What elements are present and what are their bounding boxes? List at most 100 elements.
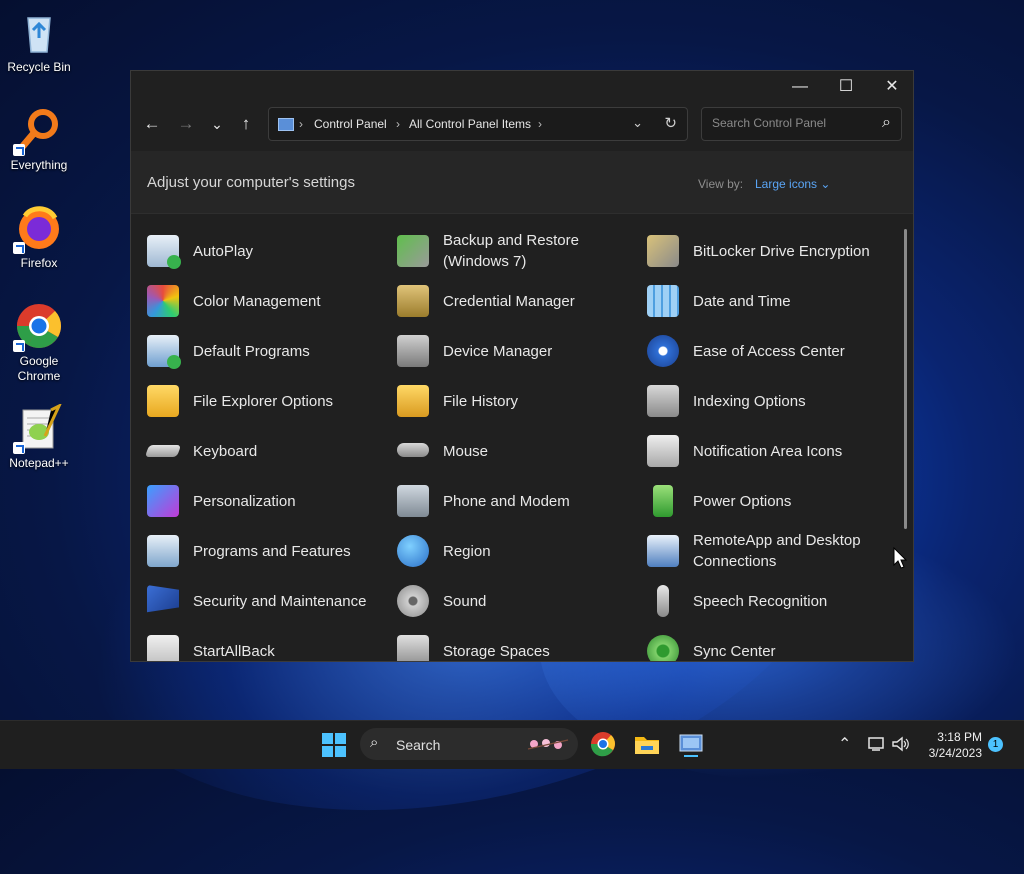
maximize-button[interactable]: ☐ xyxy=(823,71,869,103)
shortcut-arrow-icon xyxy=(13,144,25,156)
clock[interactable]: 3:18 PM 3/24/2023 xyxy=(906,729,982,761)
item-label: Date and Time xyxy=(693,292,791,310)
region-icon xyxy=(397,535,429,567)
desktop-icon-everything[interactable]: Everything xyxy=(4,106,74,173)
item-label: Region xyxy=(443,542,491,560)
item-label: Default Programs xyxy=(193,342,310,360)
list-item-autoplay[interactable]: AutoPlay xyxy=(147,229,393,273)
view-by-dropdown[interactable]: Large icons ⌄ xyxy=(755,177,830,191)
search-box[interactable]: ⌕ xyxy=(701,107,902,141)
address-dropdown-icon[interactable]: ⌄ xyxy=(632,115,643,131)
list-item-mouse[interactable]: Mouse xyxy=(397,429,643,473)
chrome-icon xyxy=(590,732,616,757)
item-label: Notification Area Icons xyxy=(693,442,843,460)
item-label: Keyboard xyxy=(193,442,258,460)
color-management-icon xyxy=(147,285,179,317)
taskbar: ⌕ Search ⌃ 3:18 PM 3/24/2023 1 xyxy=(0,720,1024,769)
desktop-icon-firefox[interactable]: Firefox xyxy=(4,204,74,271)
item-label: RemoteApp and Desktop Connections xyxy=(693,532,861,570)
list-item-startallback[interactable]: StartAllBack xyxy=(147,629,393,661)
list-item-region[interactable]: Region xyxy=(397,529,643,573)
list-item-security-maintenance[interactable]: Security and Maintenance xyxy=(147,579,393,623)
backup-restore-icon xyxy=(397,235,429,267)
address-bar[interactable]: › Control Panel › All Control Panel Item… xyxy=(268,107,688,141)
taskbar-control-panel[interactable] xyxy=(676,729,706,759)
desktop-icon-label: Google Chrome xyxy=(17,354,61,383)
credential-manager-icon xyxy=(397,285,429,317)
search-input[interactable] xyxy=(710,115,864,131)
item-label: BitLocker Drive Encryption xyxy=(693,242,870,260)
list-item-device-manager[interactable]: Device Manager xyxy=(397,329,643,373)
list-item-file-explorer-options[interactable]: File Explorer Options xyxy=(147,379,393,423)
notification-badge[interactable]: 1 xyxy=(988,737,1003,752)
list-item-notification-area-icons[interactable]: Notification Area Icons xyxy=(647,429,893,473)
list-item-file-history[interactable]: File History xyxy=(397,379,643,423)
list-item-backup-restore[interactable]: Backup and Restore (Windows 7) xyxy=(397,229,643,273)
item-label: Mouse xyxy=(443,442,489,460)
file-explorer-icon xyxy=(635,737,659,754)
list-item-keyboard[interactable]: Keyboard xyxy=(144,429,393,473)
item-label: Backup and Restore (Windows 7) xyxy=(443,232,579,270)
item-label: Indexing Options xyxy=(693,392,806,410)
list-item-speech-recognition[interactable]: Speech Recognition xyxy=(647,579,893,623)
keyboard-icon xyxy=(144,445,182,457)
list-item-default-programs[interactable]: Default Programs xyxy=(147,329,393,373)
content-header: Adjust your computer's settings View by:… xyxy=(131,151,913,214)
items-list: AutoPlay Backup and Restore (Windows 7) … xyxy=(131,213,913,661)
list-item-sound[interactable]: Sound xyxy=(397,579,643,623)
show-hidden-icons-button[interactable]: ⌃ xyxy=(838,734,851,754)
firefox-icon xyxy=(13,204,63,254)
desktop-icon-notepad-plus-plus[interactable]: Notepad++ xyxy=(4,402,74,471)
search-icon[interactable]: ⌕ xyxy=(882,114,891,132)
taskbar-search[interactable]: ⌕ Search xyxy=(360,728,578,760)
item-label: Color Management xyxy=(193,292,321,310)
list-item-sync-center[interactable]: Sync Center xyxy=(647,629,893,661)
recent-locations-button[interactable]: ⌄ xyxy=(204,111,230,137)
list-item-power-options[interactable]: Power Options xyxy=(647,479,893,523)
list-item-color-management[interactable]: Color Management xyxy=(147,279,393,323)
desktop-icon-recycle-bin[interactable]: Recycle Bin xyxy=(4,8,74,75)
item-label: Power Options xyxy=(693,492,792,510)
start-button[interactable] xyxy=(322,733,346,757)
vertical-scrollbar[interactable] xyxy=(904,229,907,529)
desktop-icon-label: Recycle Bin xyxy=(7,60,71,74)
list-item-date-time[interactable]: Date and Time xyxy=(647,279,893,323)
taskbar-file-explorer[interactable] xyxy=(632,729,662,759)
list-item-indexing-options[interactable]: Indexing Options xyxy=(647,379,893,423)
taskbar-chrome[interactable] xyxy=(588,729,618,759)
breadcrumb-control-panel[interactable]: Control Panel xyxy=(314,117,387,131)
item-label: Security and Maintenance xyxy=(193,592,367,610)
list-item-ease-of-access[interactable]: Ease of Access Center xyxy=(647,329,893,373)
desktop-icon-label: Notepad++ xyxy=(9,456,69,470)
breadcrumb-separator[interactable]: › xyxy=(538,117,542,131)
forward-button[interactable]: → xyxy=(173,111,199,137)
search-highlight-icon xyxy=(527,739,569,750)
network-icon[interactable] xyxy=(867,736,887,752)
personalization-icon xyxy=(147,485,179,517)
list-item-storage-spaces[interactable]: Storage Spaces xyxy=(397,629,643,661)
refresh-icon[interactable]: ↻ xyxy=(664,114,677,132)
close-button[interactable]: ✕ xyxy=(869,71,915,103)
recycle-bin-icon xyxy=(15,8,63,56)
item-label: Speech Recognition xyxy=(693,592,828,610)
notepad-plus-plus-icon xyxy=(13,402,63,454)
list-item-bitlocker[interactable]: BitLocker Drive Encryption xyxy=(647,229,893,273)
list-item-programs-features[interactable]: Programs and Features xyxy=(147,529,393,573)
title-bar[interactable]: — ☐ ✕ xyxy=(131,71,913,103)
item-label: Device Manager xyxy=(443,342,553,360)
item-label: Phone and Modem xyxy=(443,492,570,510)
remoteapp-icon xyxy=(647,535,679,567)
up-button[interactable]: ↑ xyxy=(233,111,259,137)
list-item-personalization[interactable]: Personalization xyxy=(147,479,393,523)
item-label: File Explorer Options xyxy=(193,392,334,410)
breadcrumb-all-items[interactable]: All Control Panel Items xyxy=(409,117,531,131)
storage-spaces-icon xyxy=(397,635,429,661)
list-item-phone-modem[interactable]: Phone and Modem xyxy=(397,479,643,523)
desktop-icon-google-chrome[interactable]: Google Chrome xyxy=(4,302,74,384)
view-by-label: View by: xyxy=(698,177,744,191)
list-item-remoteapp[interactable]: RemoteApp and Desktop Connections xyxy=(647,529,893,573)
back-button[interactable]: ← xyxy=(139,111,165,137)
minimize-button[interactable]: — xyxy=(777,71,823,103)
control-panel-icon xyxy=(679,734,703,757)
list-item-credential-manager[interactable]: Credential Manager xyxy=(397,279,643,323)
